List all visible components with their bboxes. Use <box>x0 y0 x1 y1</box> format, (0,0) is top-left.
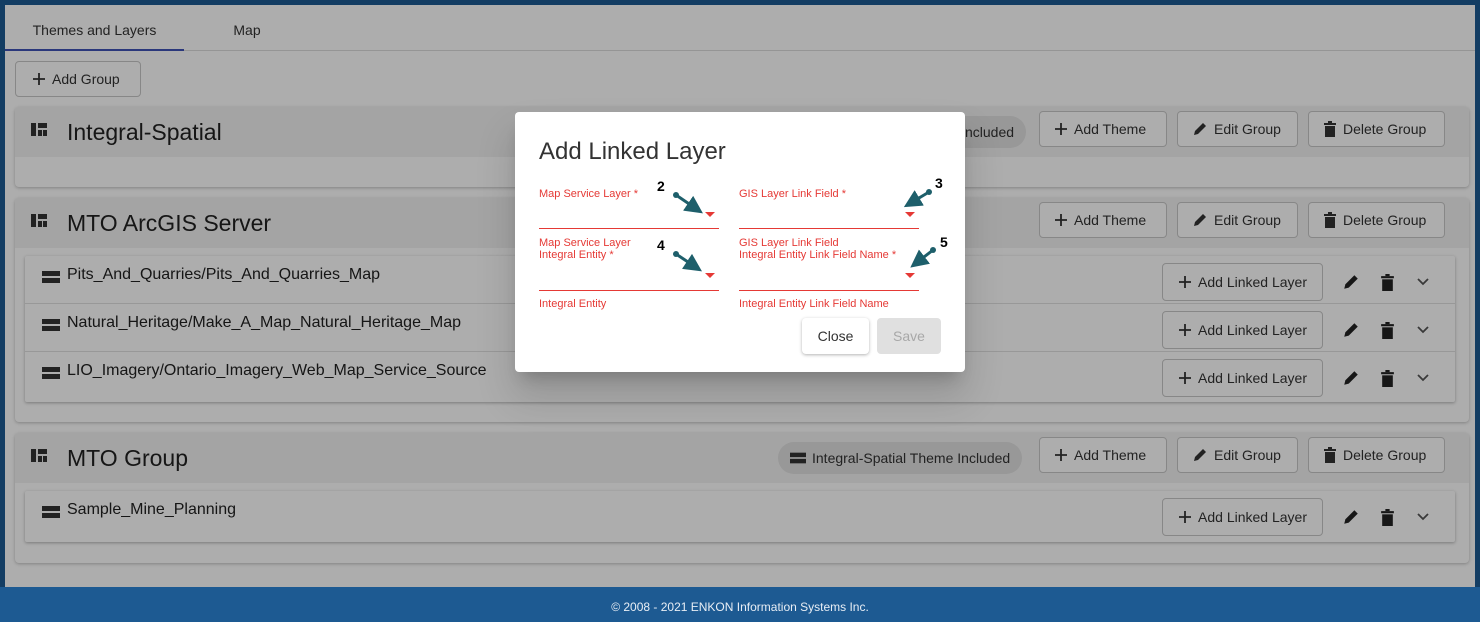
arrow-icon <box>673 251 702 272</box>
arrow-icon <box>903 189 932 208</box>
close-button[interactable]: Close <box>802 318 869 354</box>
arrow-icon <box>910 247 936 268</box>
add-linked-layer-dialog: Add Linked Layer Map Service Layer * GIS… <box>515 112 965 372</box>
footer-copyright: © 2008 - 2021 ENKON Information Systems … <box>611 600 869 614</box>
save-button[interactable]: Save <box>877 318 941 354</box>
arrow-icon <box>673 192 703 214</box>
